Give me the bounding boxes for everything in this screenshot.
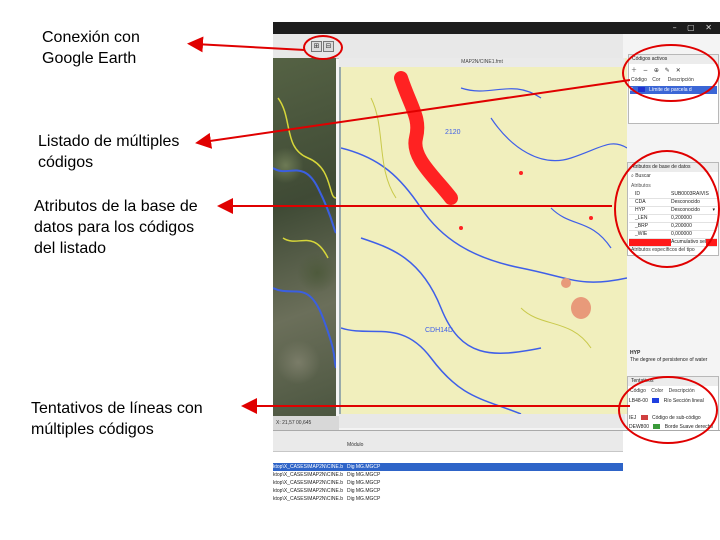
callout-overlay [187,36,631,414]
highlight-attributes-panel [614,150,720,268]
arrow-multi-codes [195,79,631,149]
highlight-codes-panel [622,44,720,102]
highlight-google-earth-buttons [303,35,343,60]
highlight-tentative-panel [618,376,718,444]
arrow-google-earth [187,36,306,53]
